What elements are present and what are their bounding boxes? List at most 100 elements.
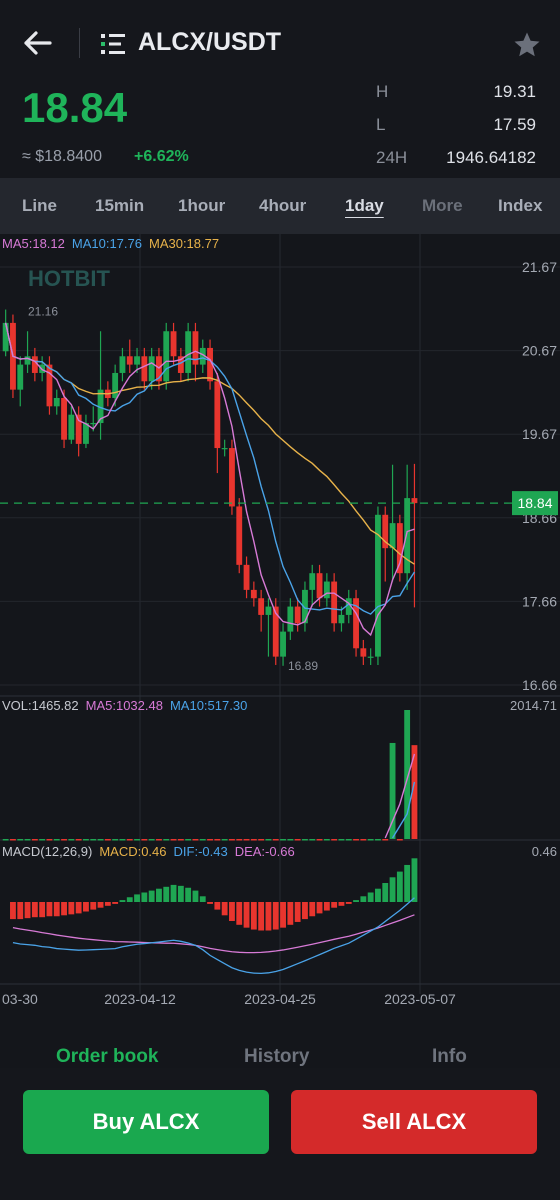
volume-bar <box>243 839 250 841</box>
x-axis-label: 2023-04-25 <box>244 991 316 1007</box>
price-usd: ≈ $18.8400 <box>22 148 102 165</box>
candle-body <box>134 356 140 365</box>
candle-body <box>309 573 316 590</box>
market-list-icon[interactable] <box>100 32 126 56</box>
volume-max-label: 2014.71 <box>510 698 557 713</box>
volume-bar <box>126 839 133 841</box>
macd-histogram-bar <box>316 902 323 914</box>
volume-bar <box>199 839 206 841</box>
tab-order-book[interactable]: Order book <box>56 1046 158 1068</box>
macd-histogram-bar <box>185 887 192 902</box>
price-axis-label: 17.66 <box>522 593 557 609</box>
macd-histogram-bar <box>367 892 374 902</box>
volume-bar <box>302 839 308 841</box>
macd-dea-line <box>12 914 415 954</box>
macd-histogram-bar <box>302 902 308 920</box>
price-chart[interactable]: 21.6720.6719.6718.6617.6616.66HOTBIT21.1… <box>0 234 560 1024</box>
tab-15min[interactable]: 15min <box>95 196 144 216</box>
favorite-star-icon[interactable] <box>512 30 542 60</box>
macd-histogram-bar <box>170 884 177 902</box>
candle-body <box>24 356 31 365</box>
candle-body <box>2 322 9 352</box>
candle-body <box>265 606 272 615</box>
macd-histogram-bar <box>243 902 250 928</box>
low-price-label: 16.89 <box>288 659 318 673</box>
volume-bar <box>119 839 126 841</box>
candle-body <box>119 356 126 373</box>
header: ALCX/USDT 18.84 ≈ $18.8400 +6.62% H 19.3… <box>0 0 560 178</box>
volume-legend-item: MA10:517.30 <box>170 698 247 713</box>
volume-bar <box>258 839 265 841</box>
x-axis-label: 03-30 <box>2 991 38 1007</box>
stat-24h-label: 24H <box>376 148 408 167</box>
volume-bar <box>177 839 184 841</box>
macd-histogram-bar <box>236 902 243 925</box>
volume-bar <box>46 839 53 841</box>
macd-histogram-bar <box>156 888 162 902</box>
macd-max-label: 0.46 <box>532 844 557 859</box>
volume-bar <box>367 839 374 841</box>
candle-body <box>389 523 396 549</box>
volume-bar <box>375 839 381 841</box>
candle-body <box>141 356 148 382</box>
macd-histogram-bar <box>309 902 316 917</box>
tab-history[interactable]: History <box>244 1046 309 1068</box>
macd-histogram-bar <box>90 902 97 910</box>
volume-bar <box>90 839 97 841</box>
volume-bar <box>185 839 192 841</box>
action-bar: Buy ALCX Sell ALCX <box>0 1068 560 1200</box>
macd-histogram-bar <box>345 902 352 904</box>
pair-title[interactable]: ALCX/USDT <box>138 28 281 57</box>
tab-line[interactable]: Line <box>22 196 57 216</box>
candle-body <box>148 356 155 382</box>
candle-body <box>404 498 411 574</box>
volume-bar <box>10 839 16 841</box>
macd-histogram-bar <box>353 900 359 902</box>
volume-bar <box>331 839 338 841</box>
volume-bar <box>272 839 279 841</box>
candle-body <box>68 414 75 440</box>
buy-button[interactable]: Buy ALCX <box>23 1090 269 1154</box>
candle-body <box>90 423 97 425</box>
stat-low-label: L <box>376 115 386 134</box>
candle-body <box>250 589 257 599</box>
macd-histogram-bar <box>148 890 155 902</box>
volume-bar <box>148 839 155 841</box>
macd-histogram-bar <box>134 894 140 902</box>
candle-body <box>236 506 243 565</box>
candle-body <box>170 331 177 357</box>
macd-histogram-bar <box>126 897 133 902</box>
tab-more[interactable]: More <box>422 196 463 216</box>
tab-1day[interactable]: 1day <box>345 196 384 216</box>
candle-body <box>331 581 338 624</box>
volume-bar <box>323 839 330 841</box>
ma-legend-item: MA30:18.77 <box>149 236 219 251</box>
candle-body <box>396 523 403 574</box>
macd-histogram-bar <box>396 871 403 902</box>
volume-bar <box>214 839 221 841</box>
macd-histogram-bar <box>338 902 345 906</box>
candle-body <box>17 364 24 390</box>
volume-bar <box>207 839 213 841</box>
tab-4hour[interactable]: 4hour <box>259 196 306 216</box>
candle-body <box>287 606 294 632</box>
header-divider <box>79 28 80 58</box>
tab-info[interactable]: Info <box>432 1046 467 1068</box>
volume-bar <box>104 839 111 841</box>
tab-index[interactable]: Index <box>498 196 542 216</box>
stat-low-value: 17.59 <box>493 115 536 134</box>
volume-bar <box>170 839 177 841</box>
macd-histogram-bar <box>10 902 16 920</box>
macd-legend-item: DIF:-0.43 <box>174 844 228 859</box>
sell-button[interactable]: Sell ALCX <box>291 1090 537 1154</box>
macd-histogram-bar <box>24 902 31 919</box>
macd-histogram-bar <box>163 886 170 902</box>
volume-bar <box>163 839 170 841</box>
tab-1hour[interactable]: 1hour <box>178 196 225 216</box>
macd-histogram-bar <box>112 902 119 904</box>
macd-legend-item: MACD(12,26,9) <box>2 844 92 859</box>
macd-histogram-bar <box>17 902 24 920</box>
back-arrow-icon[interactable] <box>20 26 54 60</box>
macd-histogram-bar <box>141 892 148 902</box>
macd-legend: MACD(12,26,9) MACD:0.46 DIF:-0.43 DEA:-0.66 <box>2 844 295 859</box>
